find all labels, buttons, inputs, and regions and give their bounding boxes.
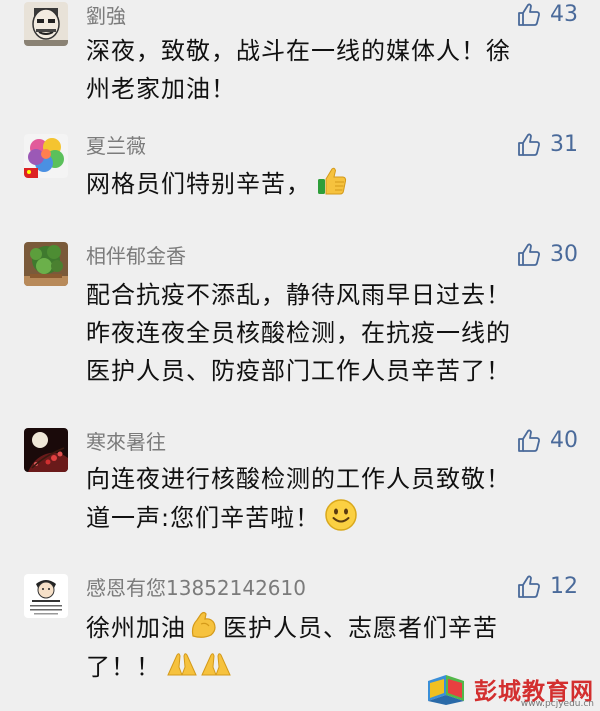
comment-text: 向连夜进行核酸检测的工作人员致敬！ 道一声:您们辛苦啦！ — [86, 460, 576, 537]
comment-line: 道一声:您们辛苦啦！ — [86, 504, 321, 532]
comment-text: 网格员们特别辛苦， — [86, 164, 576, 203]
username[interactable]: 夏兰薇 — [86, 134, 146, 158]
comment-line: 配合抗疫不添乱，静待风雨早日过去！ — [86, 281, 511, 309]
like-count: 31 — [550, 132, 578, 157]
comment-line: 网格员们特别辛苦， — [86, 170, 311, 198]
avatar[interactable] — [24, 2, 68, 46]
flexed-biceps-emoji-icon — [187, 608, 221, 642]
comment-text: 深夜，致敬，战斗在一线的媒体人！徐 州老家加油！ — [86, 32, 576, 108]
thumbs-up-icon — [518, 243, 540, 266]
like-button[interactable]: 43 — [516, 2, 578, 28]
avatar[interactable] — [24, 134, 68, 178]
username[interactable]: 寒來暑往 — [86, 430, 166, 454]
comment-text: 配合抗疫不添乱，静待风雨早日过去！ 昨夜连夜全员核酸检测，在抗疫一线的 医护人员… — [86, 276, 576, 390]
username[interactable]: 感恩有您13852142610 — [86, 576, 306, 600]
like-button[interactable]: 31 — [516, 132, 578, 158]
watermark-url: www.pcjyedu.cn — [520, 699, 594, 709]
thumbs-up-emoji-icon — [315, 164, 349, 198]
comment-line: 了！！ — [86, 653, 161, 681]
like-count: 12 — [550, 574, 578, 599]
like-count: 30 — [550, 242, 578, 267]
like-button[interactable]: 40 — [516, 428, 578, 454]
praying-hands-emoji-icon — [199, 647, 233, 681]
comment-line: 医护人员、防疫部门工作人员辛苦了！ — [86, 357, 511, 385]
praying-hands-emoji-icon — [165, 647, 199, 681]
avatar[interactable] — [24, 242, 68, 286]
like-button[interactable]: 12 — [516, 574, 578, 600]
like-count: 40 — [550, 428, 578, 453]
comment-line: 向连夜进行核酸检测的工作人员致敬！ — [86, 465, 511, 493]
avatar[interactable] — [24, 428, 68, 472]
username[interactable]: 相伴郁金香 — [86, 244, 186, 268]
thumbs-up-icon — [518, 3, 540, 26]
thumbs-up-icon — [518, 575, 540, 598]
thumbs-up-icon — [518, 133, 540, 156]
book-logo-icon — [428, 674, 464, 705]
username[interactable]: 劉強 — [86, 4, 126, 28]
thumbs-up-icon — [518, 429, 540, 452]
site-watermark: 彭城教育网 www.pcjyedu.cn — [424, 666, 600, 711]
comment-line: 昨夜连夜全员核酸检测，在抗疫一线的 — [86, 319, 511, 347]
comment-line: 深夜，致敬，战斗在一线的媒体人！徐 — [86, 37, 511, 65]
comment-line: 州老家加油！ — [86, 75, 236, 103]
like-button[interactable]: 30 — [516, 242, 578, 268]
avatar[interactable] — [24, 574, 68, 618]
comment-line: 徐州加油 — [86, 614, 186, 642]
smile-emoji-icon — [324, 498, 358, 532]
comment-line: 医护人员、志愿者们辛苦 — [223, 614, 498, 642]
like-count: 43 — [550, 2, 578, 27]
